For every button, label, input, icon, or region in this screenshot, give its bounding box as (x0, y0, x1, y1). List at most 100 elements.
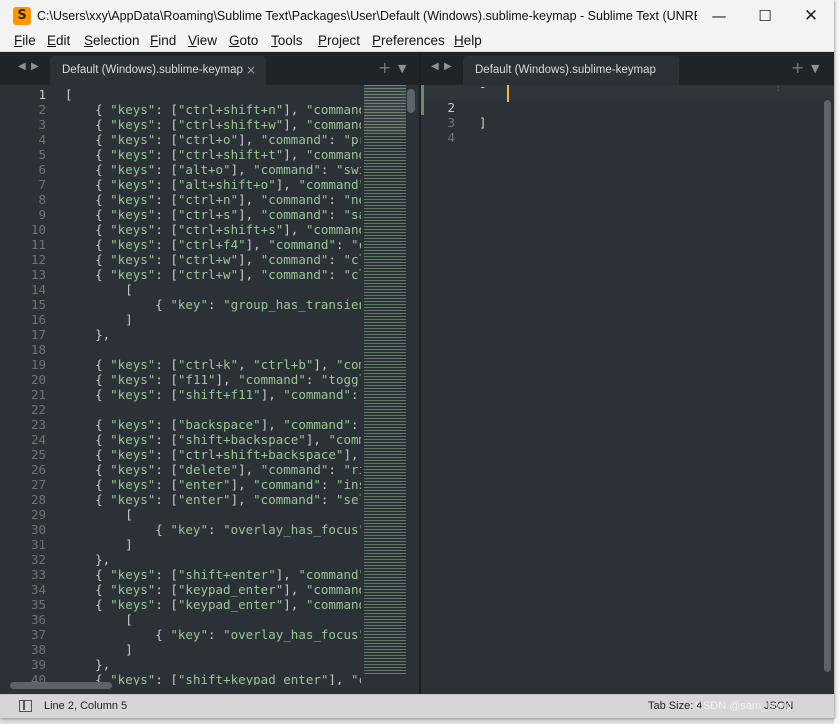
new-tab-plus-icon[interactable]: + (791, 58, 804, 77)
menu-help[interactable]: Help (454, 32, 482, 52)
string-token: "key" (170, 522, 208, 537)
tab-forward-arrow-icon[interactable]: ▶ (444, 61, 452, 72)
close-window-button[interactable]: ✕ (788, 0, 834, 32)
string-token: "ctrl+o" (177, 132, 239, 147)
line-number: 24 (30, 432, 46, 447)
tab-forward-arrow-icon[interactable]: ▶ (31, 61, 39, 72)
punctuation-token: { (65, 432, 111, 447)
line-number: 21 (30, 387, 46, 402)
string-token: "ctrl+shift+t" (177, 147, 284, 162)
punctuation-token: : [ (155, 237, 178, 252)
punctuation-token: : (328, 132, 344, 147)
menu-edit[interactable]: Edit (47, 32, 70, 52)
punctuation-token: { (65, 567, 111, 582)
string-token: "overlay_has_focus" (223, 627, 361, 642)
horizontal-scrollbar-thumb[interactable] (10, 682, 112, 689)
title-bar[interactable]: S C:\Users\xxy\AppData\Roaming\Sublime T… (0, 0, 834, 32)
vertical-scrollbar-thumb[interactable] (824, 100, 831, 672)
punctuation-token: : [ (155, 357, 178, 372)
string-token: "comma (328, 432, 361, 447)
code-line: { "keys": ["ctrl+shift+n"], "command": (65, 102, 361, 117)
string-token: "ctrl+k" (177, 357, 239, 372)
menu-selection[interactable]: Selection (84, 32, 140, 52)
tab-right-keymap[interactable]: Default (Windows).sublime-keymap (463, 56, 679, 85)
string-token: "group_has_transient_ (223, 297, 361, 312)
maximize-button[interactable]: ☐ (742, 0, 788, 32)
string-token: "ctrl+s" (177, 207, 239, 222)
menu-find[interactable]: Find (150, 32, 176, 52)
string-token: "clos (343, 252, 361, 267)
punctuation-token: [ (65, 507, 133, 522)
menu-goto[interactable]: Goto (229, 32, 258, 52)
code-line: { "keys": ["ctrl+w"], "command": "clos (65, 267, 361, 282)
string-token: "ctrl+shift+backspace" (177, 447, 344, 462)
line-number: 28 (30, 492, 46, 507)
string-token: "command" (305, 147, 361, 162)
string-token: "keypad_enter" (177, 582, 284, 597)
tab-list-chevron-icon[interactable]: ▼ (398, 62, 406, 75)
code-line: }, (65, 657, 110, 672)
string-token: "command" (260, 132, 329, 147)
punctuation-token: { (65, 192, 111, 207)
punctuation-token: { (65, 162, 111, 177)
line-number: 34 (30, 582, 46, 597)
side-panel-icon[interactable] (19, 700, 32, 712)
minimap-viewport[interactable] (364, 85, 406, 133)
string-token: "clo (351, 237, 361, 252)
string-token: "keys" (110, 582, 156, 597)
punctuation-token: : (328, 192, 344, 207)
punctuation-token: : [ (155, 372, 178, 387)
punctuation-token: : (328, 207, 344, 222)
menu-tools[interactable]: Tools (271, 32, 303, 52)
string-token: "keys" (110, 222, 156, 237)
string-token: "keys" (110, 267, 156, 282)
string-token: "keys" (110, 102, 156, 117)
punctuation-token: ], (313, 357, 336, 372)
vertical-scrollbar-thumb[interactable] (407, 89, 415, 113)
menu-project[interactable]: Project (318, 32, 360, 52)
line-number: 17 (30, 327, 46, 342)
line-number-gutter: 1 2 3 4 5 6 7 8 9 10 11 12 13 14 15 16 17 18 19 20 21 22 23 24 2… (0, 85, 56, 687)
line-number: 18 (30, 342, 46, 357)
punctuation-token: : [ (155, 117, 178, 132)
code-line: { "keys": ["ctrl+o"], "command": "prom (65, 132, 361, 147)
minimap[interactable] (364, 85, 406, 675)
horizontal-scrollbar[interactable] (10, 682, 398, 689)
window-title: C:\Users\xxy\AppData\Roaming\Sublime Tex… (37, 9, 697, 23)
new-tab-plus-icon[interactable]: + (378, 58, 391, 77)
code-area[interactable]: [ { "keys": ["ctrl+shift+n"], "command":… (65, 85, 361, 685)
punctuation-token: { (65, 582, 111, 597)
cursor-position: Line 2, Column 5 (44, 700, 128, 712)
code-line: { "keys": ["enter"], "command": "inser (65, 477, 361, 492)
tab-close-icon[interactable]: × (246, 56, 256, 85)
line-number: 1 (38, 87, 46, 102)
code-line: }, (65, 327, 110, 342)
punctuation-token: : [ (155, 102, 178, 117)
punctuation-token: : (208, 627, 224, 642)
tab-label: Default (Windows).sublime-keymap (475, 64, 656, 76)
left-editor-pane[interactable]: 1 2 3 4 5 6 7 8 9 10 11 12 13 14 15 16 17 18 19 20 21 22 23 24 2… (0, 85, 419, 694)
punctuation-token: ], (343, 447, 359, 462)
line-number: 10 (30, 222, 46, 237)
menu-file[interactable]: File (14, 32, 36, 52)
code-line: { "key": "overlay_has_focus", (65, 522, 361, 537)
minimize-button[interactable]: — (696, 0, 742, 32)
right-editor-pane[interactable]: - 2 3] 4 ⋮ (421, 85, 834, 694)
code-line: { "keys": ["ctrl+shift+backspace"], "c (65, 447, 361, 462)
code-line: { "keys": ["alt+o"], "command": "switc (65, 162, 361, 177)
menu-preferences[interactable]: Preferences (372, 32, 445, 52)
menu-view[interactable]: View (188, 32, 217, 52)
string-token: "inser (335, 477, 361, 492)
tab-left-keymap[interactable]: Default (Windows).sublime-keymap × (50, 56, 266, 85)
tab-back-arrow-icon[interactable]: ◀ (18, 61, 26, 72)
code-line: ] (65, 537, 133, 552)
tab-back-arrow-icon[interactable]: ◀ (431, 61, 439, 72)
string-token: "ctrl+shift+w" (177, 117, 284, 132)
more-dots-icon: ⋮ (773, 85, 783, 93)
line-number: 3 (38, 117, 46, 132)
tab-list-chevron-icon[interactable]: ▼ (811, 62, 819, 75)
string-token: "keys" (110, 417, 156, 432)
string-token: "selec (335, 492, 361, 507)
sublime-window: S C:\Users\xxy\AppData\Roaming\Sublime T… (0, 0, 834, 718)
string-token: "command" (260, 267, 329, 282)
